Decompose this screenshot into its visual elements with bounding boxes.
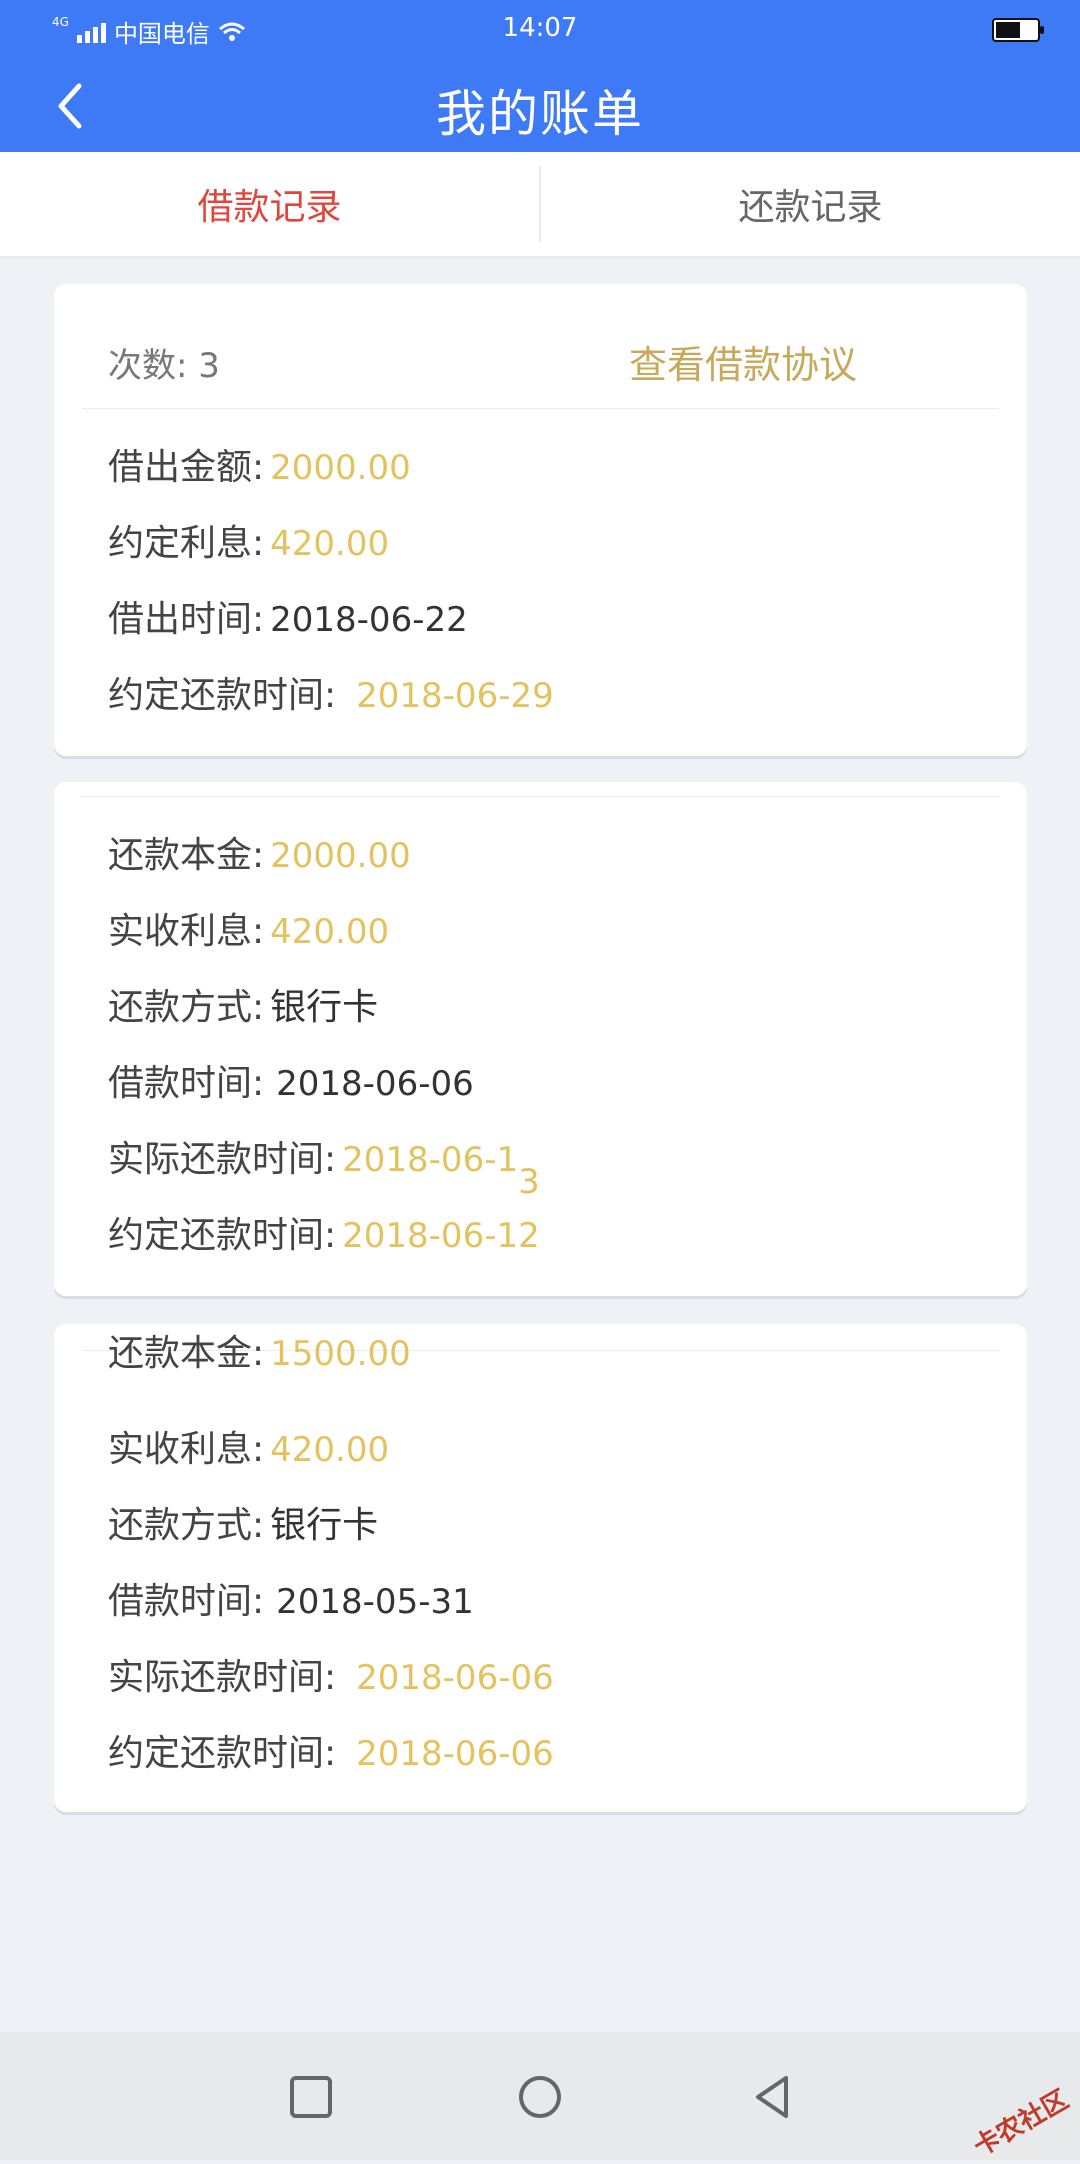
row-label: 实际还款时间: [108, 1139, 337, 1180]
repay-principal-row: 还款本金: 1500.00 [108, 1324, 411, 1376]
battery-icon [992, 18, 1044, 42]
row-label: 还款本金: [108, 1333, 265, 1374]
loan-amount-row: 借出金额: 2000.00 [108, 438, 411, 490]
home-icon[interactable] [515, 2072, 565, 2122]
row-value: 420.00 [270, 912, 390, 952]
row-label: 还款本金: [108, 835, 265, 876]
back-triangle-icon[interactable] [748, 2072, 798, 2122]
repay-method-row: 还款方式: 银行卡 [108, 1496, 378, 1548]
loan-card: 次数: 3 查看借款协议 借出金额: 2000.00 约定利息: 420.00 借出… [54, 284, 1027, 756]
row-label: 借出金额: [108, 447, 265, 488]
row-value: 1500.00 [270, 1334, 411, 1374]
row-value: 420.00 [270, 524, 390, 564]
row-label: 还款方式: [108, 987, 265, 1028]
row-label: 实收利息: [108, 1429, 265, 1470]
row-value: 2018-06-06 [276, 1064, 474, 1104]
status-time: 14:07 [502, 13, 578, 43]
repay-method-row: 还款方式: 银行卡 [108, 978, 378, 1030]
actual-repay-time-row: 实际还款时间: 2018-06-06 [108, 1648, 554, 1700]
row-value: 2018-06-29 [356, 676, 554, 716]
row-value: 2000.00 [270, 448, 411, 488]
loan-time-row: 借款时间: 2018-05-31 [108, 1572, 474, 1624]
row-value: 2018-06-1 [342, 1140, 519, 1180]
loan-time-row: 借款时间: 2018-06-06 [108, 1054, 474, 1106]
header: 我的账单 [0, 56, 1080, 152]
row-value: 2018-05-31 [276, 1582, 474, 1622]
tab-bar: 借款记录 还款记录 [0, 152, 1080, 258]
row-label: 还款方式: [108, 1505, 265, 1546]
row-label: 借款时间: [108, 1063, 265, 1104]
loan-count: 次数: 3 [108, 346, 220, 386]
agreed-repay-time-row: 约定还款时间: 2018-06-06 [108, 1724, 554, 1776]
row-label: 实际还款时间: [108, 1657, 337, 1698]
recent-apps-icon[interactable] [286, 2072, 336, 2122]
repayment-card: 还款本金: 2000.00 实收利息: 420.00 还款方式: 银行卡 借款时间: 2… [54, 782, 1027, 1296]
row-value: 2000.00 [270, 836, 411, 876]
row-value: 2018-06-06 [356, 1734, 554, 1774]
row-value: 2018-06-06 [356, 1658, 554, 1698]
row-label: 借出时间: [108, 599, 265, 640]
loan-time-row: 借出时间: 2018-06-22 [108, 590, 468, 642]
row-value: 银行卡 [270, 1505, 379, 1546]
agreed-repay-time-row: 约定还款时间: 2018-06-12 [108, 1206, 540, 1258]
tab-loan-records[interactable]: 借款记录 [0, 152, 539, 256]
actual-repay-time-row: 实际还款时间: 2018-06-13 [108, 1130, 540, 1202]
agreed-repay-time-row: 约定还款时间: 2018-06-29 [108, 666, 554, 718]
row-value: 2018-06-22 [270, 600, 468, 640]
row-value: 2018-06-12 [342, 1216, 540, 1256]
row-label: 约定还款时间: [108, 1215, 337, 1256]
card-divider [82, 408, 999, 409]
tab-repayment-records[interactable]: 还款记录 [541, 152, 1080, 256]
page-title: 我的账单 [436, 85, 644, 143]
received-interest-row: 实收利息: 420.00 [108, 1420, 389, 1472]
row-value-overflow: 3 [518, 1162, 540, 1202]
row-label: 实收利息: [108, 911, 265, 952]
row-label: 约定利息: [108, 523, 265, 564]
view-loan-agreement-link[interactable]: 查看借款协议 [629, 334, 857, 389]
row-label: 借款时间: [108, 1581, 265, 1622]
row-label: 约定还款时间: [108, 675, 337, 716]
row-value: 420.00 [270, 1430, 390, 1470]
row-value: 银行卡 [270, 987, 379, 1028]
received-interest-row: 实收利息: 420.00 [108, 902, 389, 954]
system-nav-bar: 卡农社区 [0, 2032, 1080, 2163]
repay-principal-row: 还款本金: 2000.00 [108, 826, 411, 878]
top-bar: 4G 中国电信 14:07 我的账单 [0, 0, 1080, 152]
watermark: 卡农社区 [968, 2084, 1074, 2163]
repayment-card: 还款本金: 1500.00 实收利息: 420.00 还款方式: 银行卡 借款时间: 2… [54, 1324, 1027, 1812]
card-divider [82, 796, 999, 797]
agreed-interest-row: 约定利息: 420.00 [108, 514, 389, 566]
status-bar: 4G 中国电信 14:07 [0, 0, 1080, 56]
row-label: 约定还款时间: [108, 1733, 337, 1774]
